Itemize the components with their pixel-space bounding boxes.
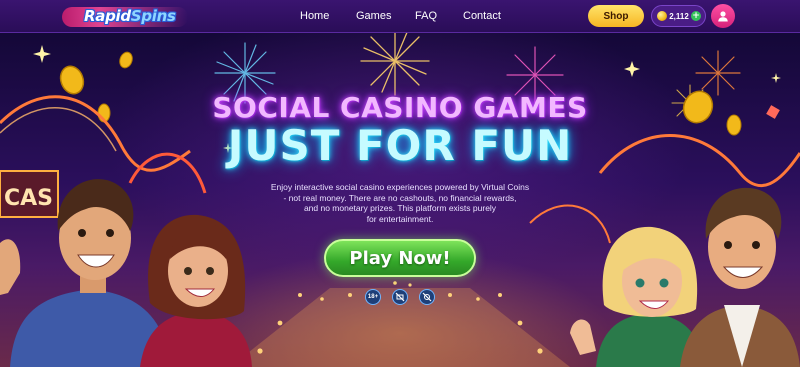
hero-description: Enjoy interactive social casino experien…: [255, 182, 545, 224]
character-woman-right: [570, 226, 704, 367]
play-now-button[interactable]: Play Now!: [324, 239, 476, 277]
hero-description-line: and no monetary prizes. This platform ex…: [303, 203, 497, 213]
logo-text-spins: Spins: [130, 7, 176, 25]
no-money-icon: [392, 289, 408, 305]
brand-logo[interactable]: RapidSpins: [62, 5, 188, 27]
nav-link-contact[interactable]: Contact: [463, 10, 501, 22]
shop-button[interactable]: Shop: [588, 5, 644, 27]
age-18-plus-badge: 18+: [365, 289, 381, 305]
svg-text:CAS: CAS: [4, 186, 53, 211]
no-gambling-icon: [419, 289, 435, 305]
coin-balance[interactable]: 2,112 +: [651, 5, 706, 27]
nav-link-home[interactable]: Home: [300, 10, 329, 22]
hero-headline-primary: SOCIAL CASINO GAMES: [212, 91, 588, 124]
casino-sign: CAS: [0, 170, 59, 218]
user-avatar-button[interactable]: [711, 4, 735, 28]
hero-description-line: for entertainment.: [366, 213, 434, 224]
no-gambling-glyph: [422, 292, 432, 302]
compliance-badges: 18+: [365, 289, 435, 305]
no-money-glyph: [395, 292, 405, 302]
nav-link-games[interactable]: Games: [356, 10, 391, 22]
nav-link-faq[interactable]: FAQ: [415, 10, 437, 22]
plus-icon[interactable]: +: [690, 11, 701, 21]
logo-text: RapidSpins: [84, 7, 176, 25]
hero-section: CAS SOCIAL CASINO GAMES JUST FOR FUN Enj…: [0, 33, 800, 367]
hero-headline-secondary: JUST FOR FUN: [227, 121, 573, 170]
hero-description-line: Enjoy interactive social casino experien…: [270, 182, 530, 192]
coin-balance-value: 2,112: [669, 11, 689, 21]
user-icon: [718, 11, 728, 22]
logo-text-rapid: Rapid: [84, 7, 131, 25]
character-man-right: [680, 187, 800, 367]
character-woman-left: [140, 214, 252, 367]
top-navigation-bar: RapidSpins Home Games FAQ Contact Shop 2…: [0, 0, 800, 33]
coin-icon: [657, 11, 667, 21]
hero-description-line: - not real money. There are no cashouts,…: [283, 192, 517, 203]
